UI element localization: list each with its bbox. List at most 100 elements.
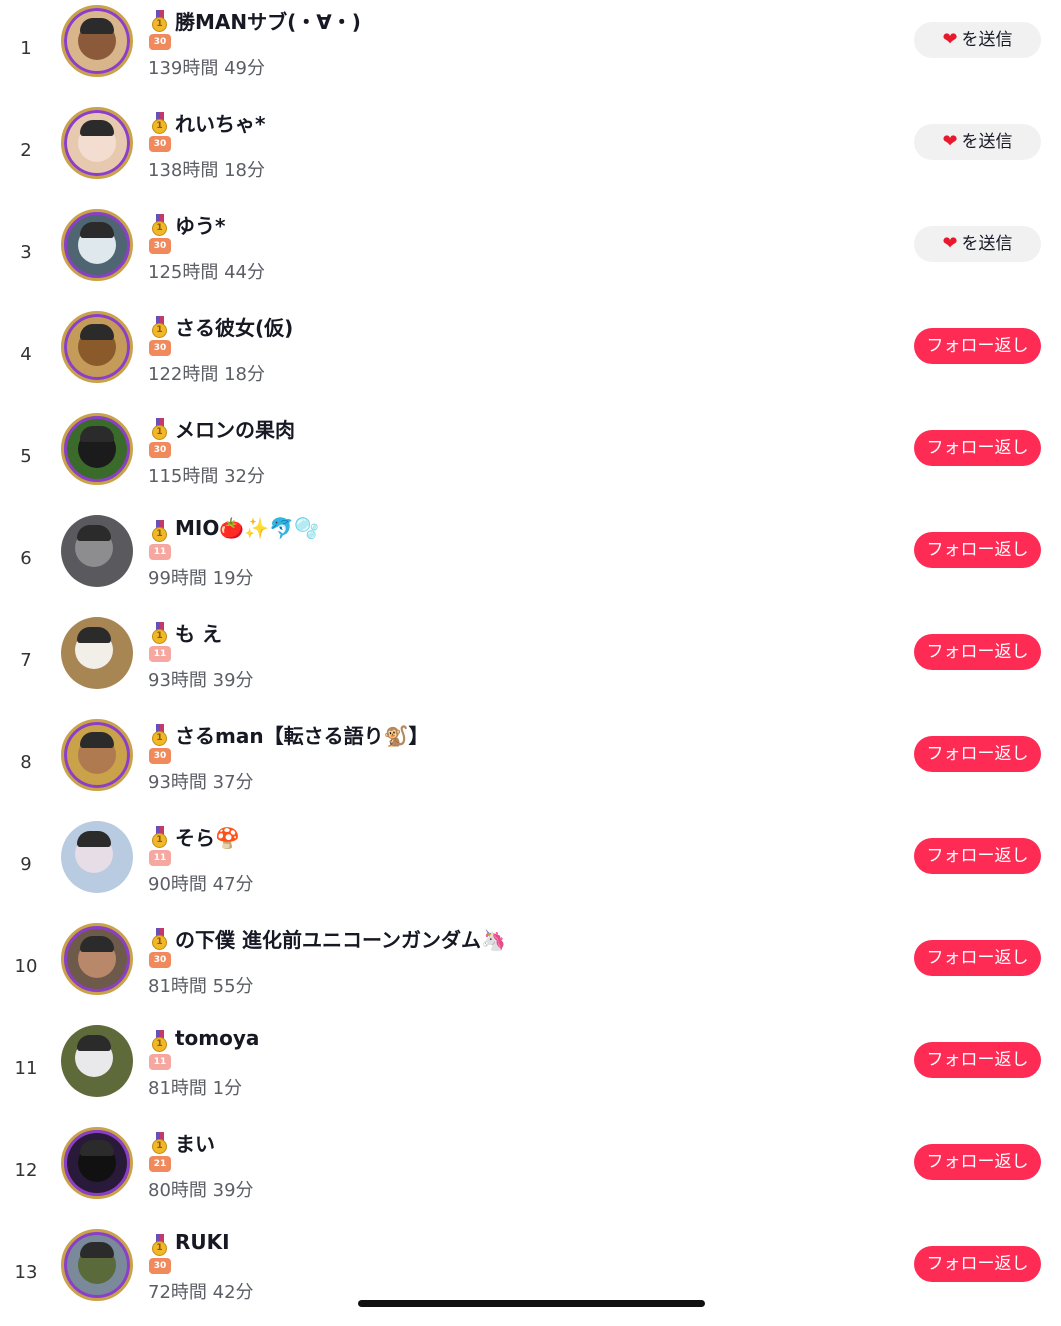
avatar[interactable] [61, 1025, 133, 1097]
user-name[interactable]: ゆう* [175, 210, 225, 239]
send-heart-button[interactable]: ❤ を送信 [914, 124, 1041, 160]
watch-time: 125時間 44分 [148, 262, 265, 283]
avatar[interactable] [61, 923, 133, 995]
avatar[interactable] [61, 617, 133, 689]
rank-number: 13 [14, 1262, 38, 1283]
follow-back-button[interactable]: フォロー返し [914, 1144, 1041, 1180]
medal-icon: 1 [150, 520, 170, 542]
follow-back-button[interactable]: フォロー返し [914, 736, 1041, 772]
rank-number: 11 [14, 1058, 38, 1079]
level-badge: 30 [149, 1258, 171, 1274]
button-label: フォロー返し [926, 1050, 1029, 1070]
list-item[interactable]: 10 1 の下僕 進化前ユニコーンガンダム🦄 30 81時間 55分 フォロー返… [0, 918, 1061, 1020]
list-item[interactable]: 11 1 tomoya 11 81時間 1分 フォロー返し [0, 1020, 1061, 1122]
heart-icon: ❤ [942, 29, 958, 50]
button-label: フォロー返し [926, 948, 1029, 968]
avatar-detail [77, 525, 111, 541]
level-badge: 11 [149, 646, 171, 662]
rank-number: 8 [20, 752, 32, 773]
medal-icon: 1 [150, 418, 170, 440]
level-badge: 11 [149, 850, 171, 866]
watch-time: 93時間 39分 [148, 670, 254, 691]
follow-back-button[interactable]: フォロー返し [914, 1246, 1041, 1282]
follow-back-button[interactable]: フォロー返し [914, 1042, 1041, 1078]
list-item[interactable]: 5 1 メロンの果肉 30 115時間 32分 フォロー返し [0, 408, 1061, 510]
rank-number: 7 [20, 650, 32, 671]
list-item[interactable]: 4 1 さる彼女(仮) 30 122時間 18分 フォロー返し [0, 306, 1061, 408]
user-name[interactable]: さるman【転さる語り🐒】 [175, 720, 428, 749]
watch-time: 139時間 49分 [148, 58, 265, 79]
rank-number: 4 [20, 344, 32, 365]
user-name[interactable]: MIO🍅✨🐬🫧 [175, 516, 319, 540]
user-name[interactable]: も え [175, 618, 222, 647]
level-badge: 11 [149, 544, 171, 560]
follow-back-button[interactable]: フォロー返し [914, 328, 1041, 364]
list-item[interactable]: 13 1 RUKI 30 72時間 42分 フォロー返し [0, 1224, 1061, 1326]
send-heart-button[interactable]: ❤ を送信 [914, 226, 1041, 262]
list-item[interactable]: 1 1 勝MANサブ(・∀・) 30 139時間 49分 ❤ を送信 [0, 0, 1061, 102]
watch-time: 115時間 32分 [148, 466, 265, 487]
rank-number: 2 [20, 140, 32, 161]
user-name[interactable]: れいちゃ* [175, 108, 265, 137]
medal-icon: 1 [150, 112, 170, 134]
follow-back-button[interactable]: フォロー返し [914, 634, 1041, 670]
avatar[interactable] [61, 311, 133, 383]
follow-back-button[interactable]: フォロー返し [914, 532, 1041, 568]
watch-time: 93時間 37分 [148, 772, 254, 793]
list-item[interactable]: 2 1 れいちゃ* 30 138時間 18分 ❤ を送信 [0, 102, 1061, 204]
avatar[interactable] [61, 515, 133, 587]
avatar-detail [80, 426, 114, 442]
level-badge: 30 [149, 952, 171, 968]
medal-icon: 1 [150, 928, 170, 950]
level-badge: 30 [149, 442, 171, 458]
user-name[interactable]: そら🍄 [175, 822, 240, 851]
avatar-detail [77, 1035, 111, 1051]
button-label: を送信 [961, 132, 1013, 152]
avatar-detail [80, 732, 114, 748]
level-badge: 30 [149, 34, 171, 50]
rank-number: 12 [14, 1160, 38, 1181]
avatar-detail [80, 324, 114, 340]
button-label: フォロー返し [926, 846, 1029, 866]
avatar-detail [80, 120, 114, 136]
button-label: フォロー返し [926, 1254, 1029, 1274]
user-name[interactable]: 勝MANサブ(・∀・) [175, 6, 361, 35]
level-badge: 30 [149, 748, 171, 764]
avatar[interactable] [61, 719, 133, 791]
list-item[interactable]: 7 1 も え 11 93時間 39分 フォロー返し [0, 612, 1061, 714]
list-item[interactable]: 9 1 そら🍄 11 90時間 47分 フォロー返し [0, 816, 1061, 918]
follow-back-button[interactable]: フォロー返し [914, 940, 1041, 976]
medal-icon: 1 [150, 316, 170, 338]
avatar[interactable] [61, 1127, 133, 1199]
follow-back-button[interactable]: フォロー返し [914, 838, 1041, 874]
rank-number: 1 [20, 38, 32, 59]
list-item[interactable]: 12 1 まい 21 80時間 39分 フォロー返し [0, 1122, 1061, 1224]
heart-icon: ❤ [942, 233, 958, 254]
user-name[interactable]: の下僕 進化前ユニコーンガンダム🦄 [175, 924, 506, 953]
home-indicator [358, 1300, 705, 1307]
user-name[interactable]: さる彼女(仮) [175, 312, 293, 341]
user-name[interactable]: tomoya [175, 1026, 259, 1050]
level-badge: 30 [149, 136, 171, 152]
rank-number: 5 [20, 446, 32, 467]
user-name[interactable]: まい [175, 1128, 215, 1157]
send-heart-button[interactable]: ❤ を送信 [914, 22, 1041, 58]
medal-icon: 1 [150, 622, 170, 644]
avatar[interactable] [61, 821, 133, 893]
watch-time: 99時間 19分 [148, 568, 254, 589]
user-name[interactable]: メロンの果肉 [175, 414, 295, 443]
avatar-detail [77, 831, 111, 847]
follow-back-button[interactable]: フォロー返し [914, 430, 1041, 466]
medal-icon: 1 [150, 826, 170, 848]
watch-time: 72時間 42分 [148, 1282, 254, 1303]
avatar[interactable] [61, 209, 133, 281]
avatar[interactable] [61, 1229, 133, 1301]
user-name[interactable]: RUKI [175, 1230, 230, 1254]
list-item[interactable]: 6 1 MIO🍅✨🐬🫧 11 99時間 19分 フォロー返し [0, 510, 1061, 612]
list-item[interactable]: 3 1 ゆう* 30 125時間 44分 ❤ を送信 [0, 204, 1061, 306]
list-item[interactable]: 8 1 さるman【転さる語り🐒】 30 93時間 37分 フォロー返し [0, 714, 1061, 816]
avatar[interactable] [61, 5, 133, 77]
avatar[interactable] [61, 413, 133, 485]
avatar[interactable] [61, 107, 133, 179]
watch-time: 81時間 55分 [148, 976, 254, 997]
